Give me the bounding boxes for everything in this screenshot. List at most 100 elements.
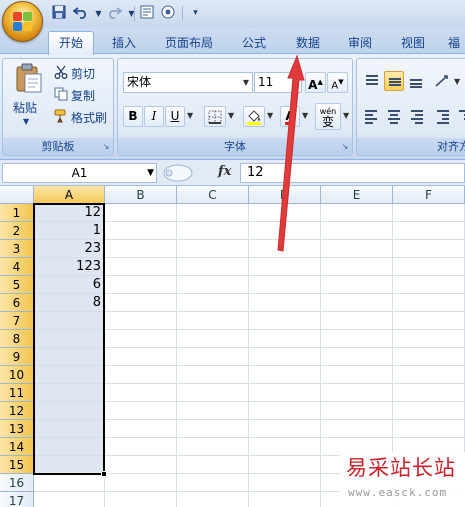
- tab-insert[interactable]: 插入: [106, 32, 142, 54]
- cell-d2[interactable]: [249, 222, 321, 240]
- customize-toolbar-icon[interactable]: ▾: [187, 5, 204, 22]
- cell-a10[interactable]: [34, 366, 105, 384]
- cell-f12[interactable]: [393, 402, 465, 420]
- align-center-button[interactable]: [384, 106, 404, 126]
- column-header-e[interactable]: E: [321, 186, 393, 204]
- cell-f9[interactable]: [393, 348, 465, 366]
- cell-b3[interactable]: [105, 240, 177, 258]
- underline-dropdown-icon[interactable]: ▼: [187, 111, 193, 120]
- save-icon[interactable]: [50, 5, 67, 22]
- align-left-button[interactable]: [362, 106, 382, 126]
- cell-a11[interactable]: [34, 384, 105, 402]
- cell-a3[interactable]: 23: [34, 240, 105, 258]
- cell-a13[interactable]: [34, 420, 105, 438]
- cell-a1[interactable]: 12: [34, 204, 105, 222]
- cell-d1[interactable]: [249, 204, 321, 222]
- cell-e12[interactable]: [321, 402, 393, 420]
- column-header-d[interactable]: D: [249, 186, 321, 204]
- row-header-3[interactable]: 3: [0, 240, 34, 258]
- copy-icon[interactable]: [54, 87, 68, 101]
- row-header-11[interactable]: 11: [0, 384, 34, 402]
- cell-f5[interactable]: [393, 276, 465, 294]
- cell-b7[interactable]: [105, 312, 177, 330]
- cell-f10[interactable]: [393, 366, 465, 384]
- office-button[interactable]: [2, 1, 43, 42]
- row-header-1[interactable]: 1: [0, 204, 34, 222]
- cell-c16[interactable]: [177, 474, 249, 492]
- borders-dropdown-icon[interactable]: ▼: [228, 111, 234, 120]
- tab-page-layout[interactable]: 页面布局: [160, 32, 218, 54]
- row-header-6[interactable]: 6: [0, 294, 34, 312]
- paste-icon[interactable]: [13, 63, 45, 95]
- font-color-dropdown-icon[interactable]: ▼: [302, 111, 308, 120]
- row-header-12[interactable]: 12: [0, 402, 34, 420]
- tab-home[interactable]: 开始: [48, 31, 94, 55]
- undo-icon[interactable]: [72, 5, 89, 22]
- cell-d11[interactable]: [249, 384, 321, 402]
- row-header-7[interactable]: 7: [0, 312, 34, 330]
- tab-review[interactable]: 审阅: [342, 32, 378, 54]
- cell-e4[interactable]: [321, 258, 393, 276]
- cell-d4[interactable]: [249, 258, 321, 276]
- row-header-4[interactable]: 4: [0, 258, 34, 276]
- cell-a4[interactable]: 123: [34, 258, 105, 276]
- row-header-5[interactable]: 5: [0, 276, 34, 294]
- font-launcher-icon[interactable]: ↘: [340, 142, 350, 152]
- cell-c13[interactable]: [177, 420, 249, 438]
- cell-a6[interactable]: 8: [34, 294, 105, 312]
- cell-d12[interactable]: [249, 402, 321, 420]
- cell-e8[interactable]: [321, 330, 393, 348]
- cell-a9[interactable]: [34, 348, 105, 366]
- cell-b4[interactable]: [105, 258, 177, 276]
- row-header-8[interactable]: 8: [0, 330, 34, 348]
- cell-b2[interactable]: [105, 222, 177, 240]
- cell-b12[interactable]: [105, 402, 177, 420]
- column-header-f[interactable]: F: [393, 186, 465, 204]
- cell-b14[interactable]: [105, 438, 177, 456]
- cell-a16[interactable]: [34, 474, 105, 492]
- cell-e5[interactable]: [321, 276, 393, 294]
- chevron-down-icon[interactable]: ▼: [289, 73, 301, 92]
- row-header-13[interactable]: 13: [0, 420, 34, 438]
- row-header-2[interactable]: 2: [0, 222, 34, 240]
- cell-c17[interactable]: [177, 492, 249, 507]
- cell-f6[interactable]: [393, 294, 465, 312]
- cell-a8[interactable]: [34, 330, 105, 348]
- cell-c2[interactable]: [177, 222, 249, 240]
- cell-f3[interactable]: [393, 240, 465, 258]
- align-bottom-button[interactable]: [406, 71, 426, 91]
- cell-d10[interactable]: [249, 366, 321, 384]
- increase-indent-button[interactable]: [455, 106, 465, 126]
- select-all-corner[interactable]: [0, 186, 34, 204]
- formula-input[interactable]: 12: [240, 163, 465, 183]
- font-size-combo[interactable]: 11 ▼: [254, 72, 302, 93]
- cell-d6[interactable]: [249, 294, 321, 312]
- cell-b1[interactable]: [105, 204, 177, 222]
- cell-c1[interactable]: [177, 204, 249, 222]
- fill-handle[interactable]: [101, 471, 107, 477]
- cell-f4[interactable]: [393, 258, 465, 276]
- format-painter-icon[interactable]: [54, 109, 68, 123]
- chevron-down-icon[interactable]: ▼: [240, 73, 252, 92]
- cell-f11[interactable]: [393, 384, 465, 402]
- copy-label[interactable]: 复制: [71, 87, 95, 104]
- bold-button[interactable]: B: [123, 106, 143, 127]
- cell-d16[interactable]: [249, 474, 321, 492]
- row-header-17[interactable]: 17: [0, 492, 34, 507]
- cell-a14[interactable]: [34, 438, 105, 456]
- paste-label[interactable]: 粘贴: [13, 99, 37, 116]
- row-header-9[interactable]: 9: [0, 348, 34, 366]
- row-header-14[interactable]: 14: [0, 438, 34, 456]
- cell-d15[interactable]: [249, 456, 321, 474]
- cell-e3[interactable]: [321, 240, 393, 258]
- cell-c10[interactable]: [177, 366, 249, 384]
- insert-function-icon[interactable]: fx: [218, 164, 231, 179]
- cell-c9[interactable]: [177, 348, 249, 366]
- orientation-dropdown-icon[interactable]: ▼: [454, 77, 460, 86]
- cell-d8[interactable]: [249, 330, 321, 348]
- tab-data[interactable]: 数据: [290, 32, 326, 54]
- cell-a7[interactable]: [34, 312, 105, 330]
- tab-extra[interactable]: 福: [448, 32, 465, 54]
- name-box[interactable]: A1 ▼: [2, 163, 157, 183]
- cell-d5[interactable]: [249, 276, 321, 294]
